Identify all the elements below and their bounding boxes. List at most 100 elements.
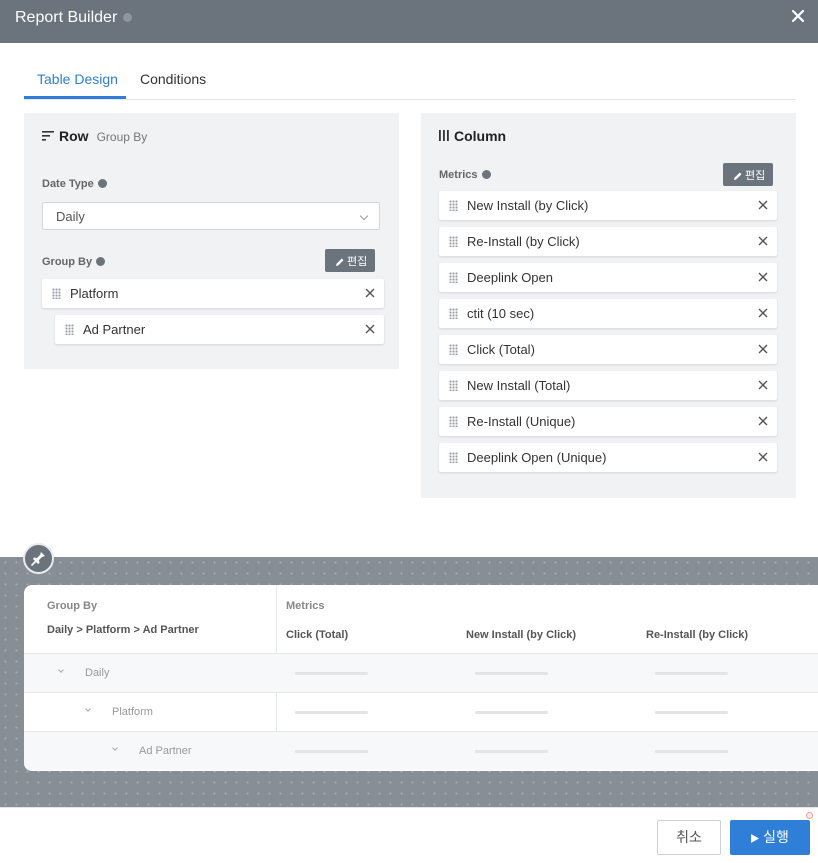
chevron-down-icon[interactable] bbox=[112, 745, 118, 751]
chevron-down-icon[interactable] bbox=[85, 706, 91, 712]
remove-icon[interactable] bbox=[757, 379, 769, 391]
chevron-down-icon[interactable] bbox=[58, 667, 64, 673]
pencil-icon bbox=[336, 258, 344, 266]
close-icon[interactable] bbox=[790, 8, 806, 24]
placeholder-bar bbox=[655, 672, 728, 675]
date-type-value: Daily bbox=[56, 209, 85, 224]
preview-metric-column: Click (Total) bbox=[286, 629, 349, 641]
pin-button[interactable] bbox=[23, 543, 54, 574]
remove-icon[interactable] bbox=[757, 307, 769, 319]
preview-group-by-label: Group By bbox=[47, 600, 98, 612]
metric-item[interactable]: ctit (10 sec) bbox=[439, 299, 777, 328]
remove-icon[interactable] bbox=[757, 199, 769, 211]
metric-item[interactable]: Re-Install (by Click) bbox=[439, 227, 777, 256]
tab-conditions[interactable]: Conditions bbox=[140, 71, 206, 87]
info-icon[interactable] bbox=[97, 179, 107, 188]
placeholder-bar bbox=[475, 672, 548, 675]
column-panel-title: Column bbox=[454, 128, 507, 144]
rows-icon bbox=[42, 131, 54, 141]
drag-handle-icon[interactable] bbox=[449, 236, 458, 247]
drag-handle-icon[interactable] bbox=[52, 288, 61, 299]
remove-icon[interactable] bbox=[364, 323, 376, 335]
preview-metrics-label: Metrics bbox=[286, 600, 325, 612]
group-by-edit-button[interactable]: 편집 bbox=[325, 249, 376, 272]
info-icon[interactable] bbox=[481, 170, 491, 179]
metric-item[interactable]: Deeplink Open (Unique) bbox=[439, 443, 777, 472]
column-panel-header: Column bbox=[439, 128, 506, 144]
metrics-label: Metrics bbox=[439, 169, 491, 181]
metric-item[interactable]: New Install (Total) bbox=[439, 371, 777, 400]
dialog-title: Report Builder bbox=[15, 9, 118, 26]
drag-handle-icon[interactable] bbox=[449, 416, 458, 427]
column-panel: Column Metrics 편집 New Install (by Click)… bbox=[421, 113, 796, 498]
active-tab-indicator bbox=[24, 96, 126, 99]
remove-icon[interactable] bbox=[757, 271, 769, 283]
placeholder-bar bbox=[295, 711, 368, 714]
placeholder-bar bbox=[295, 672, 368, 675]
placeholder-bar bbox=[475, 750, 548, 753]
metric-item-label: Deeplink Open (Unique) bbox=[467, 450, 607, 465]
remove-icon[interactable] bbox=[757, 235, 769, 247]
tab-table-design[interactable]: Table Design bbox=[37, 71, 118, 87]
preview-row-label: Platform bbox=[112, 706, 153, 718]
preview-row: Ad Partner bbox=[24, 731, 818, 770]
preview-metric-column: New Install (by Click) bbox=[466, 629, 577, 641]
placeholder-bar bbox=[655, 750, 728, 753]
placeholder-bar bbox=[295, 750, 368, 753]
date-type-select[interactable]: Daily bbox=[42, 202, 380, 230]
group-by-label: Group By bbox=[42, 256, 106, 268]
row-panel: Row Group By Date Type Daily Group By 편집 … bbox=[24, 113, 399, 369]
drag-handle-icon[interactable] bbox=[449, 344, 458, 355]
run-button[interactable]: 실행 bbox=[730, 820, 810, 855]
cancel-button[interactable]: 취소 bbox=[657, 820, 721, 855]
drag-handle-icon[interactable] bbox=[449, 452, 458, 463]
metric-item-label: New Install (by Click) bbox=[467, 198, 589, 213]
group-by-item-ad-partner[interactable]: Ad Partner bbox=[55, 315, 384, 344]
remove-icon[interactable] bbox=[757, 415, 769, 427]
date-type-label: Date Type bbox=[42, 178, 107, 190]
metric-item[interactable]: New Install (by Click) bbox=[439, 191, 777, 220]
columns-icon bbox=[439, 130, 449, 141]
title-status-dot bbox=[123, 13, 132, 22]
pin-icon bbox=[31, 552, 45, 566]
chevron-down-icon bbox=[359, 211, 369, 221]
remove-icon[interactable] bbox=[364, 287, 376, 299]
preview-table: Group By Daily > Platform > Ad Partner M… bbox=[24, 585, 818, 771]
dialog-titlebar: Report Builder bbox=[0, 0, 818, 43]
row-panel-header: Row Group By bbox=[42, 128, 147, 144]
preview-row-label: Daily bbox=[85, 667, 110, 679]
metric-item-label: Click (Total) bbox=[467, 342, 535, 357]
dialog-footer: 취소 실행 bbox=[0, 807, 818, 863]
drag-handle-icon[interactable] bbox=[449, 272, 458, 283]
drag-handle-icon[interactable] bbox=[449, 200, 458, 211]
row-panel-title: Row bbox=[59, 128, 89, 144]
drag-handle-icon[interactable] bbox=[449, 308, 458, 319]
remove-icon[interactable] bbox=[757, 343, 769, 355]
preview-row-label: Ad Partner bbox=[139, 745, 192, 757]
preview-row: Daily bbox=[24, 653, 818, 692]
preview-metric-column: Re-Install (by Click) bbox=[646, 629, 749, 641]
drag-handle-icon[interactable] bbox=[65, 324, 74, 335]
metric-item-label: ctit (10 sec) bbox=[467, 306, 535, 321]
group-by-item-label: Ad Partner bbox=[83, 322, 146, 337]
group-by-item-platform[interactable]: Platform bbox=[42, 279, 384, 308]
info-icon[interactable] bbox=[96, 257, 106, 266]
metric-item[interactable]: Re-Install (Unique) bbox=[439, 407, 777, 436]
placeholder-bar bbox=[655, 711, 728, 714]
metric-item-label: Re-Install (by Click) bbox=[467, 234, 580, 249]
pencil-icon bbox=[734, 172, 742, 180]
preview-row: Platform bbox=[24, 692, 818, 731]
notification-dot bbox=[806, 812, 813, 819]
remove-icon[interactable] bbox=[757, 451, 769, 463]
metrics-edit-button[interactable]: 편집 bbox=[723, 163, 774, 186]
metric-item[interactable]: Deeplink Open bbox=[439, 263, 777, 292]
play-icon bbox=[751, 834, 760, 843]
group-by-item-label: Platform bbox=[70, 286, 119, 301]
placeholder-bar bbox=[475, 711, 548, 714]
metric-item-label: Re-Install (Unique) bbox=[467, 414, 576, 429]
metric-item[interactable]: Click (Total) bbox=[439, 335, 777, 364]
preview-group-by-path: Daily > Platform > Ad Partner bbox=[47, 624, 199, 636]
tab-bar: Table Design Conditions bbox=[24, 64, 796, 100]
metric-item-label: Deeplink Open bbox=[467, 270, 553, 285]
drag-handle-icon[interactable] bbox=[449, 380, 458, 391]
